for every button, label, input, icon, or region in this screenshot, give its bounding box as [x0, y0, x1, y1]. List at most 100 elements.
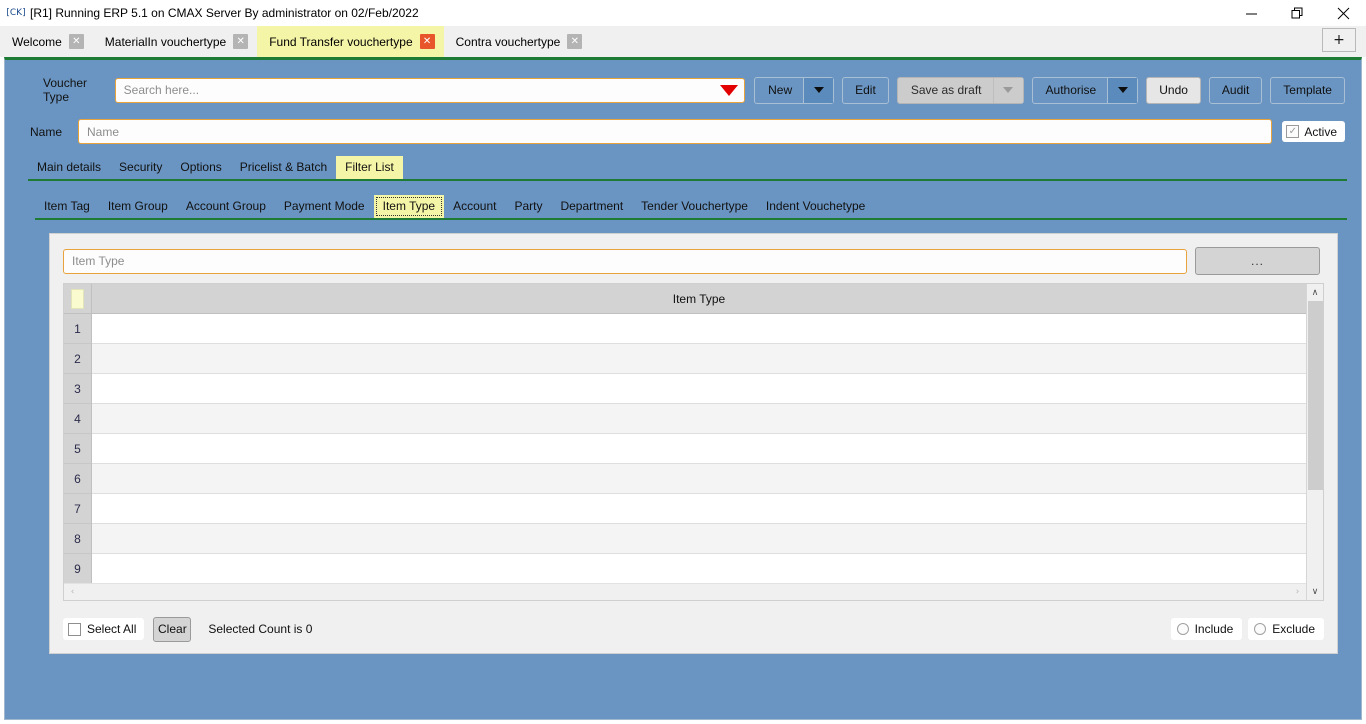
select-all-checkbox[interactable]: Select All: [63, 618, 145, 640]
new-tab-container: +: [1322, 28, 1356, 52]
subtab-indent-vouchetype[interactable]: Indent Vouchetype: [757, 195, 874, 218]
tab-label: Welcome: [12, 34, 62, 49]
scroll-left-icon[interactable]: ‹: [64, 584, 81, 601]
window-controls: [1228, 0, 1366, 26]
main-tab-row: Main details Security Options Pricelist …: [28, 156, 1347, 181]
undo-button[interactable]: Undo: [1146, 76, 1201, 104]
table-row[interactable]: 9: [64, 554, 1306, 583]
scroll-right-icon[interactable]: ›: [1289, 584, 1306, 601]
subtab-account[interactable]: Account: [444, 195, 505, 218]
restore-icon[interactable]: [1274, 0, 1320, 26]
subtab-party[interactable]: Party: [505, 195, 551, 218]
grid-corner-cell[interactable]: [64, 284, 92, 313]
authorise-button[interactable]: Authorise: [1031, 76, 1139, 104]
row-cell-item-type[interactable]: [92, 434, 1306, 464]
tab-label: Contra vouchertype: [455, 34, 561, 49]
save-as-draft-dropdown-icon[interactable]: [992, 77, 1023, 103]
table-row[interactable]: 7: [64, 494, 1306, 524]
authorise-dropdown-icon[interactable]: [1107, 77, 1138, 103]
filter-sub-tab-row: Item Tag Item Group Account Group Paymen…: [35, 194, 1347, 220]
row-cell-item-type[interactable]: [92, 494, 1306, 524]
scroll-down-icon[interactable]: ∨: [1307, 583, 1324, 600]
tab-close-icon[interactable]: ✕: [233, 34, 249, 49]
select-all-label: Select All: [87, 622, 137, 636]
save-as-draft-button[interactable]: Save as draft: [896, 76, 1024, 104]
tab-close-icon[interactable]: ✕: [68, 34, 84, 49]
tab-security[interactable]: Security: [110, 156, 171, 179]
table-row[interactable]: 6: [64, 464, 1306, 494]
new-button[interactable]: New: [754, 76, 835, 104]
item-type-grid: Item Type 1 2 3 4 5 6 7 8 9 ‹ › ∧ ∨: [63, 283, 1324, 601]
hscroll-track[interactable]: [81, 584, 1289, 601]
exclude-radio[interactable]: Exclude: [1248, 618, 1324, 640]
new-dropdown-icon[interactable]: [803, 77, 834, 103]
grid-horizontal-scrollbar[interactable]: ‹ ›: [64, 583, 1306, 600]
row-cell-item-type[interactable]: [92, 374, 1306, 404]
table-row[interactable]: 5: [64, 434, 1306, 464]
table-row[interactable]: 8: [64, 524, 1306, 554]
edit-button[interactable]: Edit: [842, 76, 889, 104]
vscroll-track[interactable]: [1307, 301, 1324, 583]
include-label: Include: [1194, 622, 1234, 636]
grid-vertical-scrollbar[interactable]: ∧ ∨: [1306, 284, 1323, 600]
subtab-item-type[interactable]: Item Type: [373, 195, 445, 218]
include-radio[interactable]: Include: [1170, 618, 1243, 640]
grid-column-header-item-type[interactable]: Item Type: [92, 284, 1306, 313]
grid-main: Item Type 1 2 3 4 5 6 7 8 9 ‹ ›: [64, 284, 1306, 600]
audit-button[interactable]: Audit: [1208, 76, 1263, 104]
window-title: [R1] Running ERP 5.1 on CMAX Server By a…: [30, 6, 419, 20]
voucher-type-label: Voucher Type: [43, 76, 88, 104]
subtab-tender-vouchertype[interactable]: Tender Vouchertype: [632, 195, 757, 218]
tab-contra-vouchertype[interactable]: Contra vouchertype ✕: [443, 26, 592, 57]
minimize-icon[interactable]: [1228, 0, 1274, 26]
item-type-search-input[interactable]: Item Type: [63, 248, 1187, 274]
table-row[interactable]: 2: [64, 344, 1306, 374]
row-cell-item-type[interactable]: [92, 554, 1306, 583]
tab-materialin-vouchertype[interactable]: MaterialIn vouchertype ✕: [92, 26, 258, 57]
row-number: 2: [64, 344, 92, 374]
table-row[interactable]: 3: [64, 374, 1306, 404]
dropdown-caret-icon[interactable]: [720, 84, 739, 96]
clear-button[interactable]: Clear: [153, 616, 192, 642]
tab-close-icon[interactable]: ✕: [419, 34, 435, 49]
tab-fund-transfer-vouchertype[interactable]: Fund Transfer vouchertype ✕: [257, 26, 444, 57]
tab-main-details[interactable]: Main details: [28, 156, 110, 179]
row-cell-item-type[interactable]: [92, 524, 1306, 554]
app-icon: [CK]: [6, 8, 26, 18]
scroll-up-icon[interactable]: ∧: [1307, 284, 1324, 301]
name-input[interactable]: Name: [78, 119, 1273, 144]
tab-pricelist-and-batch[interactable]: Pricelist & Batch: [231, 156, 336, 179]
subtab-item-group[interactable]: Item Group: [99, 195, 177, 218]
save-as-draft-label: Save as draft: [910, 83, 982, 97]
corner-swatch-icon: [71, 288, 84, 309]
row-cell-item-type[interactable]: [92, 314, 1306, 344]
new-tab-button[interactable]: +: [1322, 28, 1356, 52]
row-number: 7: [64, 494, 92, 524]
voucher-type-search-input[interactable]: Search here...: [114, 77, 746, 103]
name-label: Name: [30, 124, 63, 139]
form-panel: Voucher Type Search here... New Edit Sav…: [4, 57, 1362, 720]
active-label: Active: [1304, 124, 1337, 139]
active-checkbox[interactable]: ✓ Active: [1282, 121, 1345, 142]
vscroll-thumb[interactable]: [1307, 301, 1323, 490]
row-number: 1: [64, 314, 92, 344]
close-icon[interactable]: [1320, 0, 1366, 26]
tab-welcome[interactable]: Welcome ✕: [0, 26, 93, 57]
row-cell-item-type[interactable]: [92, 344, 1306, 374]
new-button-label: New: [768, 83, 793, 97]
subtab-department[interactable]: Department: [551, 195, 632, 218]
browse-button[interactable]: ...: [1195, 247, 1320, 275]
subtab-account-group[interactable]: Account Group: [177, 195, 275, 218]
subtab-item-tag[interactable]: Item Tag: [35, 195, 99, 218]
name-row: Name Name ✓ Active: [30, 119, 1345, 144]
template-button[interactable]: Template: [1270, 76, 1345, 104]
tab-close-icon[interactable]: ✕: [567, 34, 583, 49]
row-cell-item-type[interactable]: [92, 464, 1306, 494]
tab-filter-list[interactable]: Filter List: [336, 156, 403, 179]
table-row[interactable]: 1: [64, 314, 1306, 344]
exclude-label: Exclude: [1272, 622, 1315, 636]
table-row[interactable]: 4: [64, 404, 1306, 434]
row-cell-item-type[interactable]: [92, 404, 1306, 434]
tab-options[interactable]: Options: [171, 156, 230, 179]
subtab-payment-mode[interactable]: Payment Mode: [275, 195, 374, 218]
